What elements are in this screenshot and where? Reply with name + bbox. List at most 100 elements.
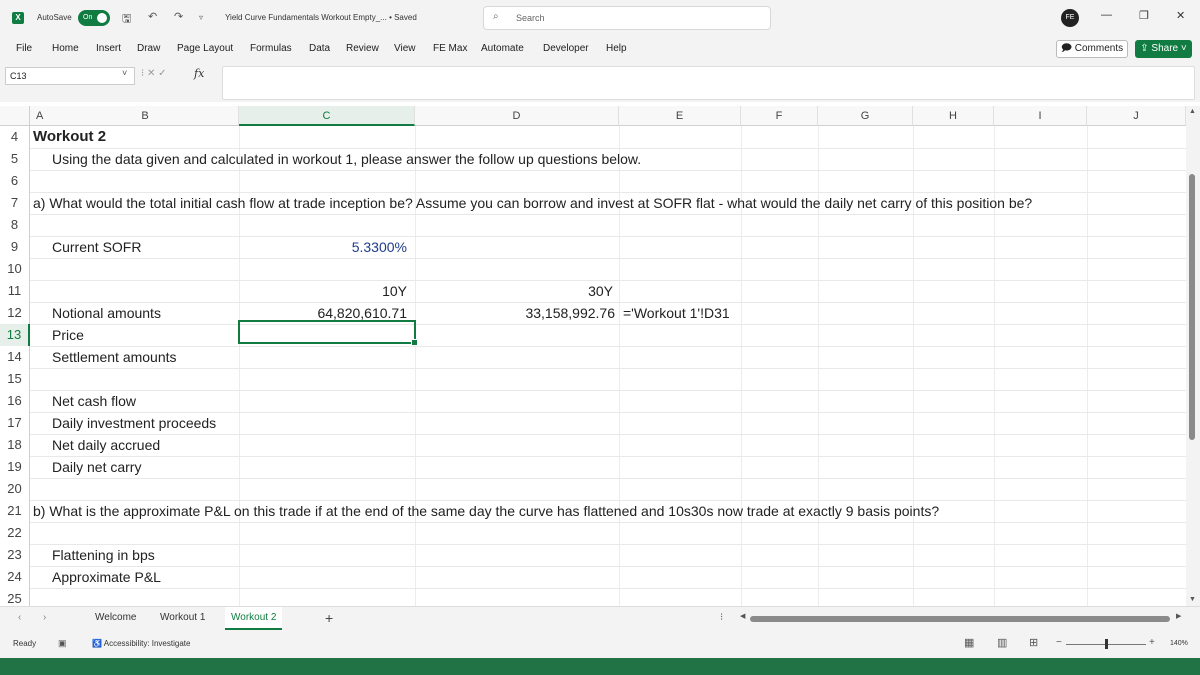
row-header-11[interactable]: 11: [0, 280, 30, 302]
question-b[interactable]: b) What is the approximate P&L on this t…: [33, 500, 939, 522]
col-header-i[interactable]: I: [994, 106, 1087, 126]
tab-welcome[interactable]: Welcome: [95, 612, 137, 623]
scroll-thumb[interactable]: [750, 616, 1170, 622]
cell-b9[interactable]: Current SOFR: [52, 236, 141, 258]
col-header-b[interactable]: B: [52, 106, 239, 126]
name-box[interactable]: C13: [5, 67, 135, 85]
col-header-c[interactable]: C: [239, 106, 415, 126]
scroll-up-icon[interactable]: ▲: [1189, 108, 1196, 115]
row-header-12[interactable]: 12: [0, 302, 30, 324]
spreadsheet-grid[interactable]: A B C D E F G H I J 4 5 6 7 8 9 10 11 12…: [0, 106, 1186, 610]
row-header-14[interactable]: 14: [0, 346, 30, 368]
scroll-right-icon[interactable]: ▶: [1176, 612, 1181, 620]
row-header-16[interactable]: 16: [0, 390, 30, 412]
question-a[interactable]: a) What would the total initial cash flo…: [33, 192, 1032, 214]
row-header-19[interactable]: 19: [0, 456, 30, 478]
menu-review[interactable]: Review: [346, 43, 379, 54]
restore-icon[interactable]: ❐: [1139, 9, 1149, 22]
col-header-h[interactable]: H: [913, 106, 994, 126]
col-header-g[interactable]: G: [818, 106, 913, 126]
col-header-e[interactable]: E: [619, 106, 741, 126]
menu-data[interactable]: Data: [309, 43, 330, 54]
scroll-left-icon[interactable]: ◀: [740, 612, 745, 620]
row-header-17[interactable]: 17: [0, 412, 30, 434]
cell-d11[interactable]: 30Y: [415, 280, 613, 302]
accessibility-status[interactable]: ♿ Accessibility: Investigate: [92, 639, 190, 648]
col-header-j[interactable]: J: [1087, 106, 1186, 126]
zoom-slider-knob[interactable]: [1105, 639, 1108, 649]
save-icon[interactable]: 🖫: [122, 10, 131, 29]
row-header-6[interactable]: 6: [0, 170, 30, 192]
row-header-21[interactable]: 21: [0, 500, 30, 522]
col-header-d[interactable]: D: [415, 106, 619, 126]
add-sheet-button[interactable]: +: [325, 610, 333, 626]
formula-input[interactable]: [222, 66, 1195, 100]
chevron-down-icon[interactable]: ˅: [122, 68, 127, 78]
select-all-corner[interactable]: [0, 106, 30, 126]
cell-b13[interactable]: Price: [52, 324, 84, 346]
sheet-heading[interactable]: Workout 2: [33, 126, 106, 148]
menu-insert[interactable]: Insert: [96, 43, 121, 54]
row-header-24[interactable]: 24: [0, 566, 30, 588]
customize-qat-icon[interactable]: ▿: [199, 13, 203, 22]
cell-c9[interactable]: 5.3300%: [239, 236, 407, 258]
cell-b5[interactable]: Using the data given and calculated in w…: [52, 148, 641, 170]
share-button[interactable]: ⇪ Share ˅: [1135, 40, 1192, 58]
menu-developer[interactable]: Developer: [543, 43, 589, 54]
row-header-8[interactable]: 8: [0, 214, 30, 236]
row-header-13[interactable]: 13: [0, 324, 30, 346]
menu-help[interactable]: Help: [606, 43, 627, 54]
cell-b14[interactable]: Settlement amounts: [52, 346, 177, 368]
cancel-icon[interactable]: ✕: [147, 68, 155, 79]
next-sheet-icon[interactable]: ›: [43, 612, 46, 623]
menu-draw[interactable]: Draw: [137, 43, 160, 54]
redo-icon[interactable]: ↷: [174, 10, 183, 23]
row-header-15[interactable]: 15: [0, 368, 30, 390]
tab-workout-1[interactable]: Workout 1: [160, 612, 205, 623]
more-icon[interactable]: ⁝: [720, 612, 723, 623]
menu-page-layout[interactable]: Page Layout: [177, 43, 233, 54]
zoom-level[interactable]: 140%: [1170, 640, 1188, 647]
cell-b17[interactable]: Daily investment proceeds: [52, 412, 216, 434]
cell-e12[interactable]: ='Workout 1'!D31: [623, 302, 730, 324]
active-cell-c13[interactable]: [238, 320, 418, 346]
row-header-5[interactable]: 5: [0, 148, 30, 170]
row-header-22[interactable]: 22: [0, 522, 30, 544]
cell-b12[interactable]: Notional amounts: [52, 302, 161, 324]
cell-b16[interactable]: Net cash flow: [52, 390, 136, 412]
search-box[interactable]: ⌕ Search: [483, 6, 771, 30]
vertical-scrollbar[interactable]: ▲ ▼: [1186, 106, 1200, 606]
zoom-in-icon[interactable]: +: [1149, 637, 1155, 648]
row-header-9[interactable]: 9: [0, 236, 30, 258]
menu-formulas[interactable]: Formulas: [250, 43, 292, 54]
autosave-toggle[interactable]: On: [78, 10, 110, 26]
row-header-20[interactable]: 20: [0, 478, 30, 500]
profile-avatar[interactable]: FE: [1061, 9, 1079, 27]
prev-sheet-icon[interactable]: ‹: [18, 612, 21, 623]
menu-automate[interactable]: Automate: [481, 43, 524, 54]
document-title[interactable]: Yield Curve Fundamentals Workout Empty_.…: [225, 13, 417, 22]
horizontal-scrollbar[interactable]: ◀ ▶: [740, 612, 1184, 623]
menu-file[interactable]: File: [16, 43, 32, 54]
zoom-out-icon[interactable]: −: [1056, 637, 1062, 648]
menu-fe-max[interactable]: FE Max: [433, 43, 467, 54]
cell-b24[interactable]: Approximate P&L: [52, 566, 161, 588]
comments-button[interactable]: 🗩 Comments: [1056, 40, 1128, 58]
enter-icon[interactable]: ✓: [158, 68, 166, 79]
row-header-18[interactable]: 18: [0, 434, 30, 456]
undo-icon[interactable]: ↶: [148, 10, 157, 23]
cell-d12[interactable]: 33,158,992.76: [415, 302, 615, 324]
tab-workout-2[interactable]: Workout 2: [225, 607, 283, 630]
close-icon[interactable]: ✕: [1176, 9, 1185, 22]
cell-c11[interactable]: 10Y: [239, 280, 407, 302]
insert-function-button[interactable]: fx: [194, 67, 204, 80]
scroll-thumb[interactable]: [1189, 174, 1195, 440]
cell-b23[interactable]: Flattening in bps: [52, 544, 155, 566]
menu-home[interactable]: Home: [52, 43, 79, 54]
row-header-7[interactable]: 7: [0, 192, 30, 214]
row-header-10[interactable]: 10: [0, 258, 30, 280]
cell-b18[interactable]: Net daily accrued: [52, 434, 160, 456]
minimize-icon[interactable]: —: [1101, 9, 1112, 21]
macro-record-icon[interactable]: ▣: [58, 638, 67, 649]
scroll-down-icon[interactable]: ▼: [1189, 596, 1196, 603]
